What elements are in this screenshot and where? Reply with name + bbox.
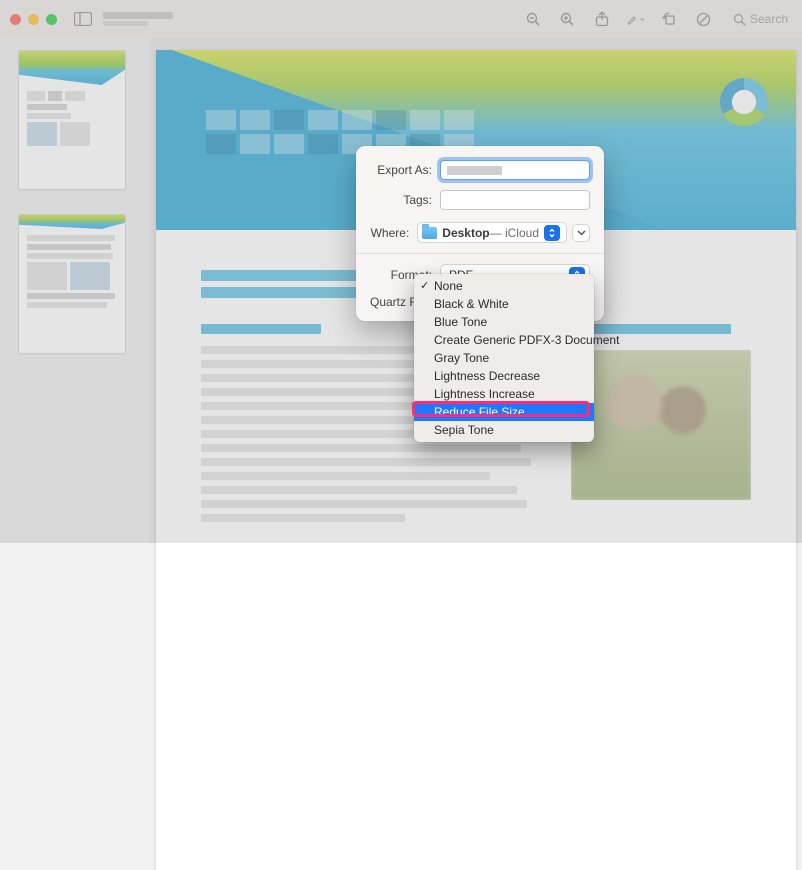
tags-label: Tags: — [370, 193, 440, 207]
export-as-field[interactable] — [440, 160, 590, 180]
annotate-button[interactable] — [695, 8, 713, 30]
chevron-down-icon — [577, 230, 586, 236]
page-thumbnail[interactable] — [18, 50, 126, 190]
menu-item[interactable]: ✓ None — [414, 277, 594, 295]
menu-item[interactable]: Gray Tone — [414, 349, 594, 367]
sheet-divider — [356, 253, 604, 254]
search-placeholder: Search — [750, 12, 788, 26]
window-controls — [10, 14, 57, 25]
inline-photo — [571, 350, 751, 500]
menu-item-label: Create Generic PDFX-3 Document — [434, 333, 619, 347]
menu-item-label: Lightness Increase — [434, 387, 535, 401]
menu-item-label: Lightness Decrease — [434, 369, 540, 383]
document-title[interactable] — [103, 12, 173, 26]
zoom-window-button[interactable] — [46, 14, 57, 25]
menu-item[interactable]: Blue Tone — [414, 313, 594, 331]
menu-item[interactable]: Reduce File Size — [414, 403, 594, 421]
tags-field[interactable] — [440, 190, 590, 210]
popup-stepper-icon — [544, 225, 560, 241]
menu-item-label: Sepia Tone — [434, 423, 494, 437]
menu-item-label: Reduce File Size — [434, 405, 525, 419]
menu-item[interactable]: Sepia Tone — [414, 421, 594, 439]
page-thumbnail[interactable] — [18, 214, 126, 354]
sidebar-toggle-button[interactable] — [71, 8, 95, 30]
where-popup[interactable]: Desktop — iCloud — [417, 222, 567, 243]
menu-item[interactable]: Create Generic PDFX-3 Document — [414, 331, 594, 349]
quartz-filter-menu: ✓ None Black & White Blue Tone Create Generi… — [414, 274, 594, 442]
close-window-button[interactable] — [10, 14, 21, 25]
toolbar-search[interactable]: Search — [729, 10, 792, 28]
menu-item[interactable]: Black & White — [414, 295, 594, 313]
rotate-button[interactable] — [661, 8, 679, 30]
menu-item[interactable]: Lightness Decrease — [414, 367, 594, 385]
export-as-label: Export As: — [370, 163, 440, 177]
thumbnail-sidebar — [0, 38, 150, 543]
zoom-out-button[interactable] — [525, 8, 543, 30]
where-value-main: Desktop — [442, 226, 489, 240]
where-expand-button[interactable] — [572, 224, 590, 242]
brand-logo-icon — [720, 78, 768, 126]
menu-item-label: Black & White — [434, 297, 509, 311]
folder-icon — [422, 227, 437, 239]
chevron-down-icon — [640, 17, 645, 22]
search-icon — [733, 13, 746, 26]
menu-item[interactable]: Lightness Increase — [414, 385, 594, 403]
minimize-window-button[interactable] — [28, 14, 39, 25]
window-titlebar: Search — [0, 0, 802, 38]
where-label: Where: — [370, 226, 417, 240]
menu-item-label: None — [434, 279, 463, 293]
share-button[interactable] — [593, 8, 611, 30]
checkmark-icon: ✓ — [420, 279, 429, 292]
markup-button[interactable] — [627, 8, 645, 30]
where-value-suffix: — iCloud — [490, 226, 539, 240]
zoom-in-button[interactable] — [559, 8, 577, 30]
menu-item-label: Blue Tone — [434, 315, 487, 329]
menu-item-label: Gray Tone — [434, 351, 489, 365]
